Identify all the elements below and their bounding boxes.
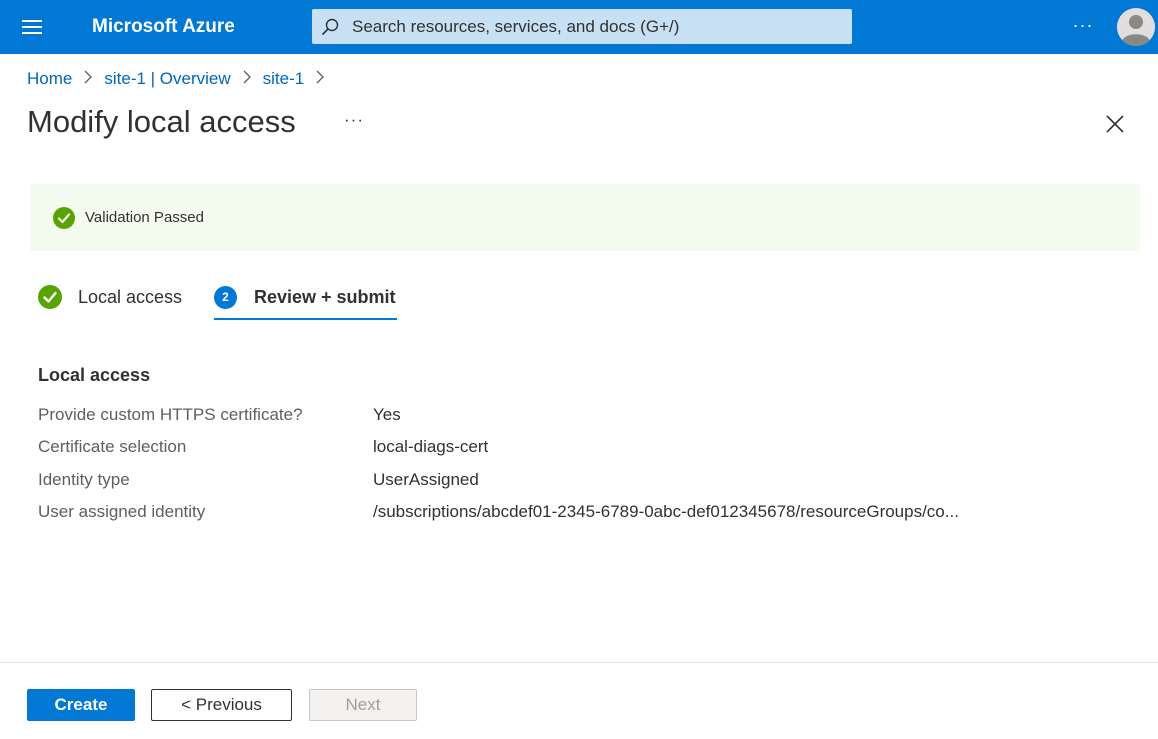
check-circle-icon — [53, 207, 75, 229]
avatar[interactable] — [1117, 8, 1155, 46]
summary-value: local-diags-cert — [373, 437, 489, 456]
summary-row: Identity type UserAssigned — [38, 470, 1138, 494]
search-icon — [320, 17, 340, 37]
summary-row: Provide custom HTTPS certificate? Yes — [38, 405, 1138, 429]
validation-status-text: Validation Passed — [85, 209, 204, 226]
close-icon[interactable] — [1102, 111, 1128, 137]
page-title: Modify local access — [27, 104, 296, 139]
top-bar: Microsoft Azure Search resources, servic… — [0, 0, 1158, 54]
brand-title[interactable]: Microsoft Azure — [92, 16, 235, 38]
search-placeholder: Search resources, services, and docs (G+… — [352, 17, 680, 36]
chevron-right-icon — [243, 70, 251, 88]
chevron-right-icon — [84, 70, 93, 88]
create-button[interactable]: Create — [27, 689, 135, 721]
next-button: Next — [309, 689, 417, 721]
summary-label: User assigned identity — [38, 502, 206, 521]
breadcrumb-site[interactable]: site-1 — [263, 69, 305, 89]
summary-row: User assigned identity /subscriptions/ab… — [38, 502, 1138, 526]
summary-label: Certificate selection — [38, 437, 187, 456]
previous-button[interactable]: < Previous — [151, 689, 292, 721]
validation-banner: Validation Passed — [30, 184, 1140, 251]
summary-row: Certificate selection local-diags-cert — [38, 437, 1138, 461]
chevron-right-icon — [316, 70, 325, 88]
summary-value: UserAssigned — [373, 470, 479, 489]
summary-label: Provide custom HTTPS certificate? — [38, 405, 303, 424]
summary-label: Identity type — [38, 470, 130, 489]
step-label: Review + submit — [254, 287, 396, 307]
check-circle-icon — [38, 285, 62, 309]
search-box[interactable]: Search resources, services, and docs (G+… — [312, 9, 852, 44]
menu-icon[interactable] — [14, 11, 50, 43]
more-options-icon[interactable]: ··· — [1066, 12, 1100, 42]
more-actions-icon[interactable]: ··· — [340, 110, 368, 134]
step-label: Local access — [78, 287, 183, 307]
step-number-badge: 2 — [214, 286, 237, 309]
footer-divider — [0, 662, 1158, 663]
breadcrumb-site-overview[interactable]: site-1 | Overview — [104, 69, 230, 89]
step-review-submit[interactable]: 2 Review + submit — [214, 282, 397, 322]
active-step-indicator — [214, 318, 397, 320]
summary-value: Yes — [373, 405, 401, 424]
breadcrumb-home[interactable]: Home — [27, 69, 72, 89]
breadcrumb: Home site-1 | Overview site-1 — [27, 68, 336, 90]
summary-value: /subscriptions/abcdef01-2345-6789-0abc-d… — [373, 502, 959, 521]
section-heading: Local access — [38, 365, 151, 385]
